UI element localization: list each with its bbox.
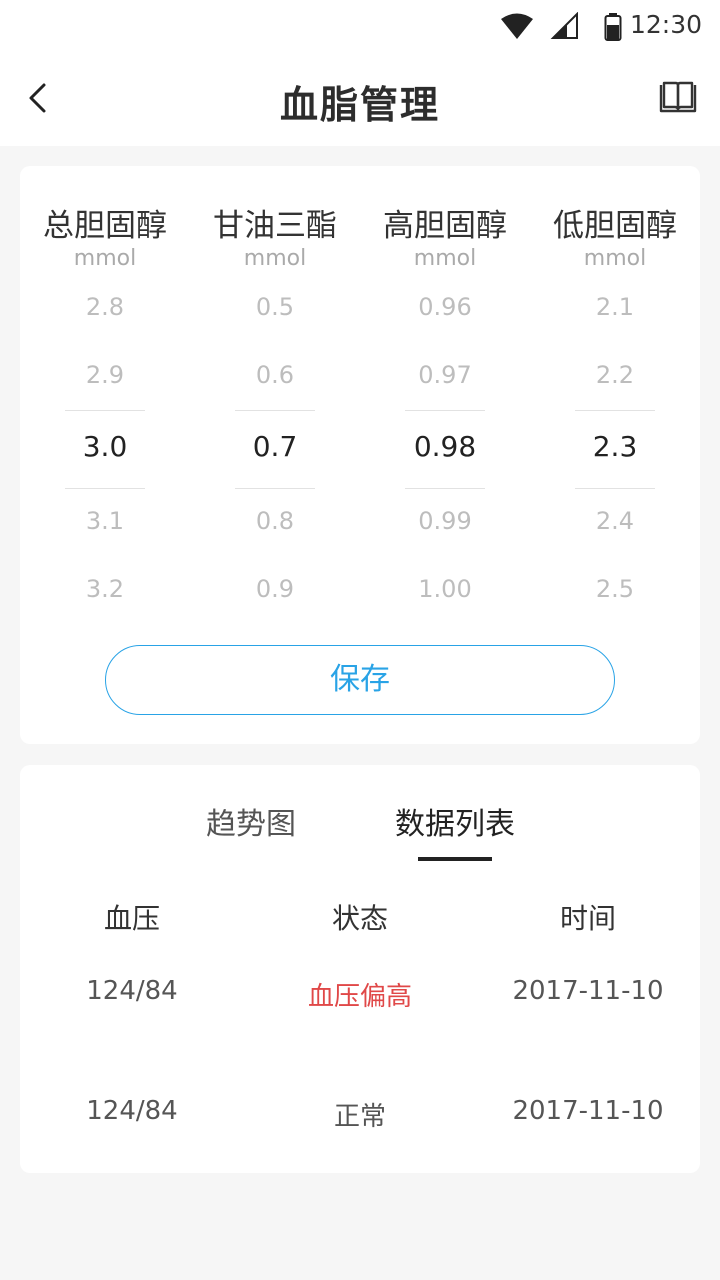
header-area: 12:30 血脂管理	[0, 0, 720, 146]
picker-selection-line	[65, 410, 145, 411]
picker-option[interactable]: 2.4	[530, 507, 700, 535]
picker-column-title: 总胆固醇	[43, 208, 167, 244]
book-button[interactable]	[658, 78, 698, 118]
picker-option[interactable]: 2.8	[20, 293, 190, 321]
picker-selection-line	[65, 488, 145, 489]
row-bp: 124/84	[86, 1096, 178, 1126]
save-button[interactable]: 保存	[105, 645, 615, 715]
nav-bar: 血脂管理	[0, 52, 720, 146]
picker-column-title: 甘油三酯	[213, 208, 337, 244]
battery-icon	[604, 13, 622, 41]
tab-data-list[interactable]: 数据列表	[380, 799, 530, 843]
picker-option[interactable]: 0.99	[360, 507, 530, 535]
picker-option[interactable]: 0.9	[190, 575, 360, 603]
column-header-bp: 血压	[103, 902, 160, 935]
picker-selected-value[interactable]: 2.3	[530, 430, 700, 463]
picker-column-ldl[interactable]: 低胆固醇 mmol 2.1 2.2 2.3 2.4 2.5	[530, 166, 700, 636]
tab-trend-chart[interactable]: 趋势图	[186, 799, 316, 843]
picker-column-unit: mmol	[413, 246, 477, 271]
picker-option[interactable]: 0.97	[360, 361, 530, 389]
picker-column-title: 低胆固醇	[553, 208, 677, 244]
status-time: 12:30	[629, 10, 702, 39]
column-header-status: 状态	[331, 902, 388, 935]
records-card: 趋势图 数据列表 血压 状态 时间 124/84 血压偏高 2017-11-10…	[20, 765, 700, 1173]
picker-selected-value[interactable]: 3.0	[20, 430, 190, 463]
picker-option[interactable]: 0.6	[190, 361, 360, 389]
active-tab-indicator	[418, 857, 492, 861]
status-bar: 12:30	[0, 0, 720, 52]
picker-column-title: 高胆固醇	[383, 208, 507, 244]
picker-selection-line	[405, 410, 485, 411]
picker-option[interactable]: 2.2	[530, 361, 700, 389]
row-time: 2017-11-10	[512, 976, 664, 1006]
row-bp: 124/84	[86, 976, 178, 1006]
picker-option[interactable]: 0.8	[190, 507, 360, 535]
picker-selected-value[interactable]: 0.7	[190, 430, 360, 463]
picker-selection-line	[235, 488, 315, 489]
picker-option[interactable]: 0.5	[190, 293, 360, 321]
row-time: 2017-11-10	[512, 1096, 664, 1126]
picker-selection-line	[235, 410, 315, 411]
column-header-time: 时间	[559, 902, 616, 935]
picker-selected-value[interactable]: 0.98	[360, 430, 530, 463]
picker-option[interactable]: 0.96	[360, 293, 530, 321]
picker-option[interactable]: 2.1	[530, 293, 700, 321]
picker-selection-line	[575, 488, 655, 489]
page-title: 血脂管理	[279, 83, 440, 127]
picker-column-unit: mmol	[583, 246, 647, 271]
picker-option[interactable]: 3.1	[20, 507, 190, 535]
picker-column-triglycerides[interactable]: 甘油三酯 mmol 0.5 0.6 0.7 0.8 0.9	[190, 166, 360, 636]
book-icon	[659, 81, 697, 113]
picker-selection-line	[405, 488, 485, 489]
picker-option[interactable]: 3.2	[20, 575, 190, 603]
picker-option[interactable]: 2.9	[20, 361, 190, 389]
wifi-icon	[501, 13, 533, 39]
picker-column-unit: mmol	[73, 246, 137, 271]
picker-column-hdl[interactable]: 高胆固醇 mmol 0.96 0.97 0.98 0.99 1.00	[360, 166, 530, 636]
lipid-picker-card: 总胆固醇 mmol 2.8 2.9 3.0 3.1 3.2 甘油三酯 mmol …	[20, 166, 700, 744]
picker-option[interactable]: 1.00	[360, 575, 530, 603]
row-status: 正常	[333, 1102, 386, 1132]
picker-option[interactable]: 2.5	[530, 575, 700, 603]
signal-icon	[550, 12, 578, 39]
picker-column-unit: mmol	[243, 246, 307, 271]
picker-column-total-cholesterol[interactable]: 总胆固醇 mmol 2.8 2.9 3.0 3.1 3.2	[20, 166, 190, 636]
picker-selection-line	[575, 410, 655, 411]
row-status: 血压偏高	[307, 982, 412, 1012]
